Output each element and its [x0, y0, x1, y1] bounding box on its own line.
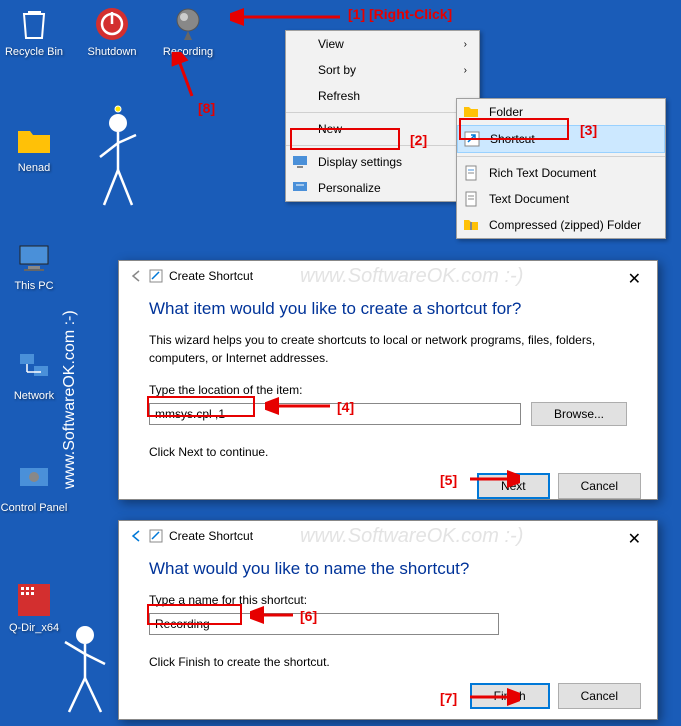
- this-pc-icon[interactable]: This PC: [0, 238, 68, 292]
- qdir-icon[interactable]: Q-Dir_x64: [0, 580, 68, 634]
- separator: [457, 156, 665, 157]
- name-label: Type a name for this shortcut:: [119, 591, 657, 609]
- create-shortcut-wizard-1: Create Shortcut ✕ What item would you li…: [118, 260, 658, 500]
- control-panel-icon[interactable]: Control Panel: [0, 460, 68, 514]
- stick-figure-decoration-2: [55, 620, 115, 720]
- separator: [286, 112, 479, 113]
- submenu-shortcut[interactable]: Shortcut: [457, 125, 665, 153]
- control-panel-label: Control Panel: [0, 502, 68, 514]
- cancel-button[interactable]: Cancel: [558, 683, 641, 709]
- this-pc-label: This PC: [0, 280, 68, 292]
- arrow-1: [230, 8, 345, 26]
- arrow-8: [168, 52, 198, 100]
- shutdown-label: Shutdown: [78, 46, 146, 58]
- chevron-right-icon: ›: [464, 65, 467, 76]
- display-icon: [292, 154, 308, 170]
- shutdown-icon[interactable]: Shutdown: [78, 4, 146, 58]
- wizard-hint: Click Next to continue.: [119, 443, 657, 461]
- submenu-rich-text[interactable]: Rich Text Document: [457, 160, 665, 186]
- menu-display-settings[interactable]: Display settings: [286, 149, 479, 175]
- submenu-compressed[interactable]: Compressed (zipped) Folder: [457, 212, 665, 238]
- wizard-window-title: Create Shortcut: [169, 269, 253, 283]
- next-button[interactable]: Next: [477, 473, 550, 499]
- recording-shortcut-icon[interactable]: Recording: [154, 4, 222, 58]
- close-button[interactable]: ✕: [620, 267, 649, 291]
- recycle-bin-icon[interactable]: Recycle Bin: [0, 4, 68, 58]
- document-icon: [463, 165, 479, 181]
- submenu-text-doc[interactable]: Text Document: [457, 186, 665, 212]
- shortcut-icon: [464, 131, 480, 147]
- finish-button[interactable]: Finish: [470, 683, 550, 709]
- wizard-window-title: Create Shortcut: [169, 529, 253, 543]
- stick-figure-decoration: [88, 105, 148, 215]
- shortcut-small-icon: [149, 269, 163, 283]
- back-arrow-icon[interactable]: [129, 269, 143, 283]
- shortcut-name-input[interactable]: [149, 613, 499, 635]
- text-icon: [463, 191, 479, 207]
- submenu-folder[interactable]: Folder: [457, 99, 665, 125]
- menu-view[interactable]: View›: [286, 31, 479, 57]
- close-button[interactable]: ✕: [620, 527, 649, 551]
- annotation-8: [8]: [198, 100, 215, 116]
- browse-button[interactable]: Browse...: [531, 402, 627, 426]
- wizard-heading: What would you like to name the shortcut…: [119, 551, 657, 591]
- nenad-folder-icon[interactable]: Nenad: [0, 120, 68, 174]
- side-watermark: www.SoftwareOK.com :-): [61, 310, 79, 489]
- personalize-icon: [292, 180, 308, 196]
- zip-icon: [463, 217, 479, 233]
- recycle-bin-label: Recycle Bin: [0, 46, 68, 58]
- recording-label: Recording: [154, 46, 222, 58]
- annotation-1: [1] [Right-Click]: [348, 6, 452, 22]
- desktop-context-menu: View› Sort by› Refresh New› Display sett…: [285, 30, 480, 202]
- cancel-button[interactable]: Cancel: [558, 473, 641, 499]
- network-label: Network: [0, 390, 68, 402]
- menu-refresh[interactable]: Refresh: [286, 83, 479, 109]
- wizard-hint: Click Finish to create the shortcut.: [119, 653, 657, 671]
- separator: [286, 145, 479, 146]
- back-arrow-icon[interactable]: [129, 529, 143, 543]
- wizard-description: This wizard helps you to create shortcut…: [119, 331, 657, 367]
- qdir-label: Q-Dir_x64: [0, 622, 68, 634]
- nenad-label: Nenad: [0, 162, 68, 174]
- network-icon[interactable]: Network: [0, 348, 68, 402]
- wizard-heading: What item would you like to create a sho…: [119, 291, 657, 331]
- new-submenu: Folder Shortcut Rich Text Document Text …: [456, 98, 666, 239]
- location-label: Type the location of the item:: [119, 381, 657, 399]
- menu-sort-by[interactable]: Sort by›: [286, 57, 479, 83]
- shortcut-small-icon: [149, 529, 163, 543]
- folder-icon: [463, 104, 479, 120]
- menu-new[interactable]: New›: [286, 116, 479, 142]
- chevron-right-icon: ›: [464, 39, 467, 50]
- menu-personalize[interactable]: Personalize: [286, 175, 479, 201]
- create-shortcut-wizard-2: Create Shortcut ✕ What would you like to…: [118, 520, 658, 720]
- location-input[interactable]: [149, 403, 521, 425]
